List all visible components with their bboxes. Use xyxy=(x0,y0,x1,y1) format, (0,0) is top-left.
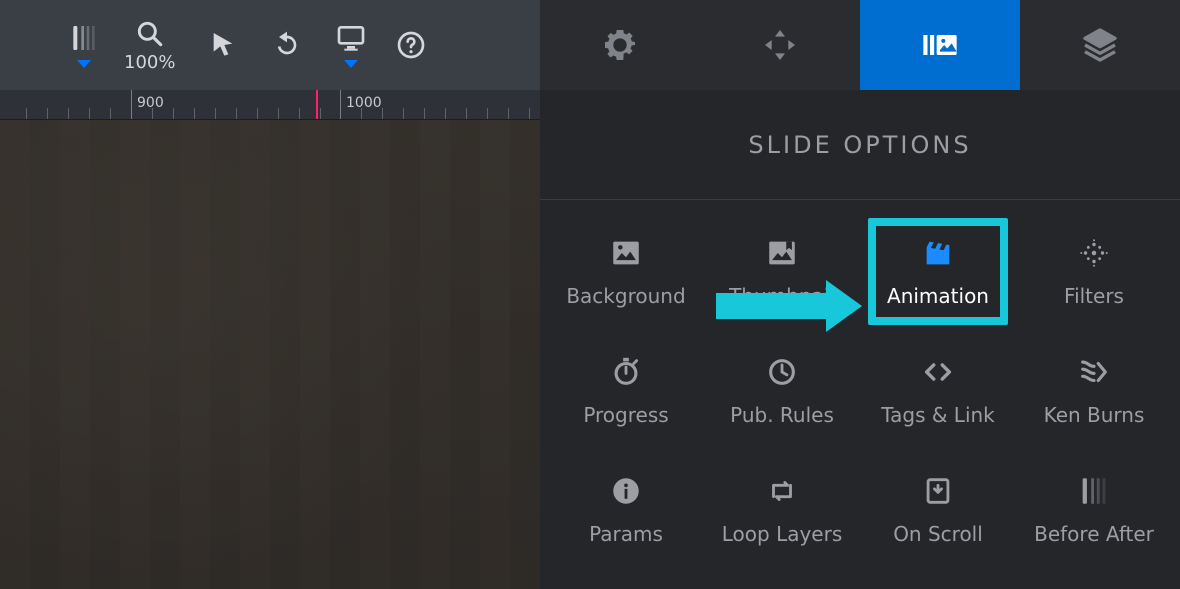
option-tags-link[interactable]: Tags & Link xyxy=(860,331,1016,450)
option-label: Pub. Rules xyxy=(730,403,834,427)
slide-width-tool[interactable] xyxy=(68,22,100,68)
cursor-icon xyxy=(207,29,239,61)
undo-icon xyxy=(271,29,303,61)
playhead[interactable] xyxy=(316,90,318,119)
option-label: Filters xyxy=(1064,284,1124,308)
slides-icon xyxy=(920,25,960,65)
option-progress[interactable]: Progress xyxy=(548,331,704,450)
topbar: 100% xyxy=(0,0,1180,90)
slide-options-panel: SLIDE OPTIONS Background Thumbnail Anima… xyxy=(540,90,1180,589)
kenburns-icon xyxy=(1077,355,1111,389)
clapper-icon xyxy=(921,236,955,270)
help-icon xyxy=(395,29,427,61)
tab-navigation[interactable] xyxy=(700,0,860,90)
option-params[interactable]: Params xyxy=(548,450,704,569)
loop-icon xyxy=(765,474,799,508)
option-label: Ken Burns xyxy=(1044,403,1145,427)
lower-area: 900 1000 SLIDE OPTIONS Background Thumbn… xyxy=(0,90,1180,589)
before-after-icon xyxy=(1077,474,1111,508)
option-label: Tags & Link xyxy=(881,403,995,427)
option-filters[interactable]: Filters xyxy=(1016,212,1172,331)
tab-layers[interactable] xyxy=(1020,0,1180,90)
gear-icon xyxy=(600,25,640,65)
tab-slides[interactable] xyxy=(860,0,1020,90)
undo-tool[interactable] xyxy=(271,29,303,61)
image-icon xyxy=(609,236,643,270)
scroll-icon xyxy=(921,474,955,508)
ruler-mark: 900 xyxy=(137,95,164,111)
preview-tool[interactable] xyxy=(335,22,367,68)
option-on-scroll[interactable]: On Scroll xyxy=(860,450,1016,569)
ruler-mark: 1000 xyxy=(346,95,382,111)
chevron-down-icon xyxy=(344,60,358,68)
help-tool[interactable] xyxy=(395,29,427,61)
ruler[interactable]: 900 1000 xyxy=(0,90,540,120)
option-label: Loop Layers xyxy=(722,522,843,546)
option-thumbnail[interactable]: Thumbnail xyxy=(704,212,860,331)
canvas-background xyxy=(0,120,540,589)
filters-icon xyxy=(1077,236,1111,270)
panel-title: SLIDE OPTIONS xyxy=(540,90,1180,200)
option-background[interactable]: Background xyxy=(548,212,704,331)
toolbar-left: 100% xyxy=(0,0,540,90)
clock-icon xyxy=(765,355,799,389)
tab-settings[interactable] xyxy=(540,0,700,90)
slide-width-icon xyxy=(68,22,100,54)
search-icon xyxy=(134,18,166,50)
info-icon xyxy=(609,474,643,508)
option-label: Background xyxy=(566,284,685,308)
option-label: Thumbnail xyxy=(729,284,835,308)
panel-tabs xyxy=(540,0,1180,90)
dpad-icon xyxy=(760,25,800,65)
option-label: Animation xyxy=(887,284,989,308)
zoom-tool[interactable]: 100% xyxy=(124,18,175,73)
chevron-down-icon xyxy=(77,60,91,68)
code-icon xyxy=(921,355,955,389)
option-loop-layers[interactable]: Loop Layers xyxy=(704,450,860,569)
zoom-level: 100% xyxy=(124,52,175,73)
option-ken-burns[interactable]: Ken Burns xyxy=(1016,331,1172,450)
option-label: Before After xyxy=(1034,522,1154,546)
canvas-area[interactable]: 900 1000 xyxy=(0,90,540,589)
option-label: Progress xyxy=(583,403,668,427)
monitor-icon xyxy=(335,22,367,54)
option-label: On Scroll xyxy=(893,522,983,546)
layers-icon xyxy=(1080,25,1120,65)
option-before-after[interactable]: Before After xyxy=(1016,450,1172,569)
option-animation[interactable]: Animation xyxy=(860,212,1016,331)
option-pub-rules[interactable]: Pub. Rules xyxy=(704,331,860,450)
thumbnail-icon xyxy=(765,236,799,270)
cursor-tool[interactable] xyxy=(207,29,239,61)
option-label: Params xyxy=(589,522,663,546)
option-grid: Background Thumbnail Animation Filters P… xyxy=(540,200,1180,589)
timer-icon xyxy=(609,355,643,389)
